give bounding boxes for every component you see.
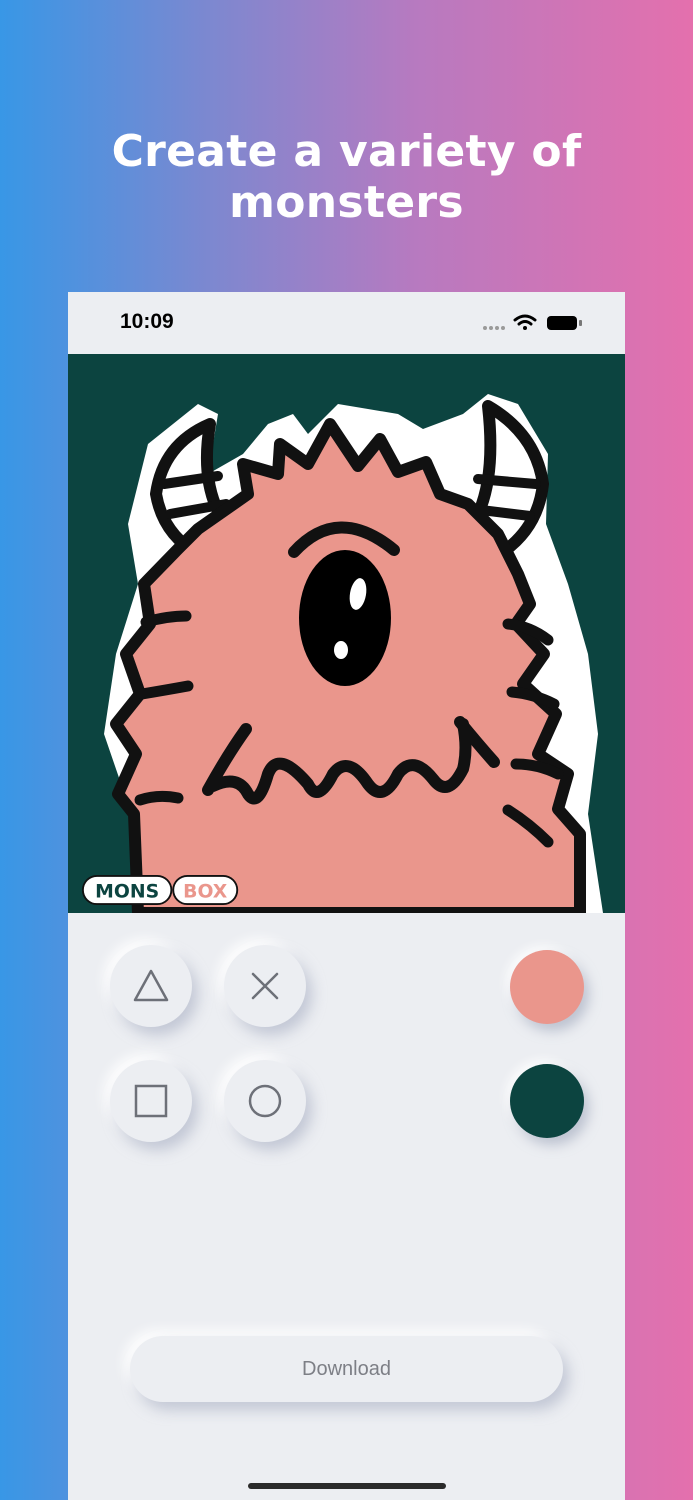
square-icon — [134, 1084, 168, 1118]
triangle-icon — [133, 969, 169, 1002]
monster-canvas[interactable]: MONS BOX — [68, 354, 625, 913]
svg-text:BOX: BOX — [183, 882, 228, 903]
phone-screen: 10:09 MONS BOX Download — [68, 292, 625, 1500]
square-button[interactable] — [110, 1060, 192, 1142]
svg-text:MONS: MONS — [95, 882, 159, 903]
status-icons — [483, 314, 582, 330]
monster-illustration — [104, 394, 603, 913]
circle-icon — [248, 1084, 282, 1118]
headline: Create a variety of monsters — [111, 126, 582, 228]
battery-icon — [547, 316, 582, 330]
cross-button[interactable] — [224, 945, 306, 1027]
monster-color-swatch[interactable] — [510, 950, 584, 1024]
home-indicator — [248, 1483, 446, 1489]
signal-dots-icon — [483, 326, 505, 330]
wifi-icon — [513, 314, 537, 330]
circle-button[interactable] — [224, 1060, 306, 1142]
status-time: 10:09 — [120, 310, 174, 333]
cross-icon — [251, 972, 279, 1000]
background-color-swatch[interactable] — [510, 1064, 584, 1138]
monsbox-logo: MONS BOX — [81, 874, 239, 906]
download-button[interactable]: Download — [130, 1336, 563, 1402]
status-bar: 10:09 — [68, 292, 625, 354]
monster-eye — [299, 550, 391, 686]
triangle-button[interactable] — [110, 945, 192, 1027]
